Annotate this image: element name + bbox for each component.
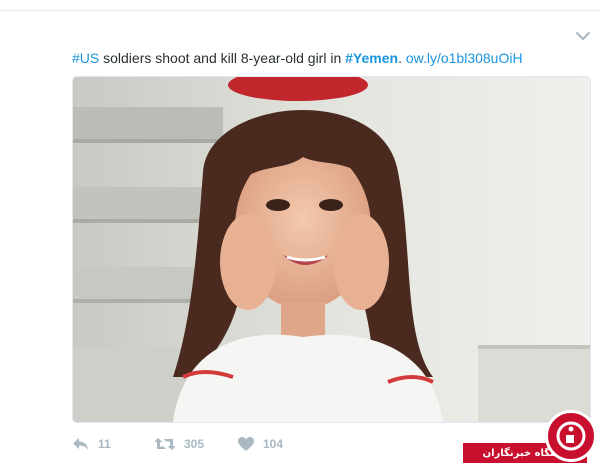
- reply-count: 11: [98, 437, 111, 451]
- heart-icon: [238, 437, 254, 451]
- chevron-down-icon: [576, 32, 590, 40]
- hashtag-yemen-label: #Yemen: [345, 50, 399, 66]
- retweet-icon: [154, 438, 176, 450]
- reply-button[interactable]: 11: [72, 434, 111, 454]
- retweet-count: 305: [184, 437, 205, 451]
- like-button[interactable]: 104: [237, 434, 283, 454]
- tweet-url-link[interactable]: ow.ly/o1bl308uOiH: [406, 50, 523, 66]
- divider: [0, 10, 600, 11]
- girl-photo-image: [73, 77, 590, 422]
- tweet-body-text: soldiers shoot and kill 8-year-old girl …: [99, 50, 346, 66]
- hashtag-us-link[interactable]: #US: [72, 50, 99, 66]
- tweet: #US soldiers shoot and kill 8-year-old g…: [0, 0, 600, 463]
- reply-icon: [73, 438, 88, 450]
- like-count: 104: [263, 437, 284, 451]
- hashtag-yemen-link[interactable]: #Yemen: [345, 50, 398, 66]
- tweet-photo[interactable]: [72, 76, 591, 423]
- tweet-text: #US soldiers shoot and kill 8-year-old g…: [72, 49, 592, 67]
- news-agency-logo-mark: [556, 421, 586, 451]
- tweet-menu-button[interactable]: [575, 30, 591, 42]
- retweet-button[interactable]: 305: [154, 434, 204, 454]
- tweet-punctuation: .: [398, 50, 406, 66]
- news-agency-logo: [545, 410, 597, 462]
